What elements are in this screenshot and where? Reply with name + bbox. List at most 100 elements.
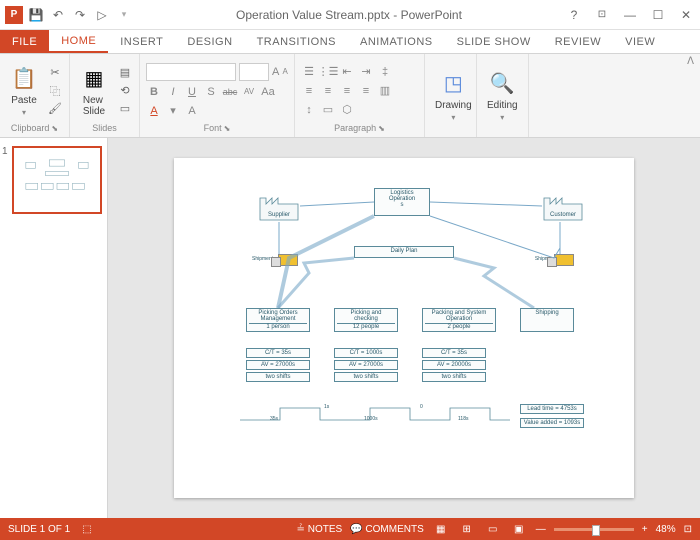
new-slide-icon: ▦ [80,65,108,93]
ribbon-options-icon[interactable]: ⊡ [588,5,616,25]
slide-thumbnail-1[interactable]: 1 [8,146,99,214]
case-button[interactable]: Aa [260,84,276,100]
ribbon-tabs: FILE HOME INSERT DESIGN TRANSITIONS ANIM… [0,30,700,54]
font-size-select[interactable] [239,63,269,81]
tab-home[interactable]: HOME [49,30,108,53]
help-icon[interactable]: ? [560,5,588,25]
align-text-icon[interactable]: ▭ [320,102,336,118]
columns-icon[interactable]: ▥ [377,83,393,99]
spacing-button[interactable]: AV [241,84,257,100]
slide[interactable]: Supplier Customer Logistics Operation s … [174,158,634,498]
start-slideshow-icon[interactable]: ▷ [92,5,112,25]
drawing-icon: ◳ [439,70,467,98]
metrics-1[interactable]: C/T = 35s AV = 27000s two shifts [246,348,310,382]
paste-button[interactable]: 📋 Paste ▾ [6,58,42,123]
fit-window-icon[interactable]: ⊡ [684,524,692,535]
editing-button[interactable]: 🔍Editing▾ [483,58,522,133]
lead-time-box[interactable]: Lead time = 4753s [520,404,584,414]
collapse-ribbon-icon[interactable]: ᐱ [687,56,694,67]
metrics-2[interactable]: C/T = 1000s AV = 27000s two shifts [334,348,398,382]
process-4[interactable]: Shipping [520,308,574,332]
tab-design[interactable]: DESIGN [175,30,244,53]
numbering-icon[interactable]: ⋮☰ [320,64,336,80]
strike-button[interactable]: abc [222,84,238,100]
window-title: Operation Value Stream.pptx - PowerPoint [138,8,560,22]
align-left-icon[interactable]: ≡ [301,83,317,99]
clipboard-launcher-icon[interactable]: ⬊ [51,124,58,133]
tab-view[interactable]: VIEW [613,30,667,53]
underline-button[interactable]: U [184,84,200,100]
align-center-icon[interactable]: ≡ [320,83,336,99]
spellcheck-icon[interactable]: ⬚ [82,524,91,535]
close-icon[interactable]: ✕ [672,5,700,25]
copy-icon[interactable]: ⿻ [46,83,64,99]
maximize-icon[interactable]: ☐ [644,5,672,25]
process-1[interactable]: Picking Orders Management1 person [246,308,310,332]
notes-button[interactable]: ≟ NOTES [297,524,343,535]
tab-file[interactable]: FILE [0,30,49,53]
smartart-icon[interactable]: ⬡ [339,102,355,118]
value-added-box[interactable]: Value added = 1093s [520,418,584,428]
highlight-button[interactable]: ▾ [165,103,181,119]
tab-animations[interactable]: ANIMATIONS [348,30,445,53]
ribbon: 📋 Paste ▾ ✂ ⿻ 🖌 Clipboard⬊ ▦ New Slide ▤… [0,54,700,138]
reset-icon[interactable]: ⟲ [116,83,134,99]
drawing-button[interactable]: ◳Drawing▾ [431,58,476,133]
status-bar: SLIDE 1 OF 1 ⬚ ≟ NOTES 💬 COMMENTS ▦ ⊞ ▭ … [0,518,700,540]
layout-icon[interactable]: ▤ [116,65,134,81]
line-spacing-icon[interactable]: ‡ [377,64,393,80]
find-icon: 🔍 [488,70,516,98]
text-direction-icon[interactable]: ↕ [301,102,317,118]
customer-shape[interactable]: Customer [542,192,584,222]
logistics-box[interactable]: Logistics Operation s [374,188,430,216]
qat-customize-icon[interactable]: ▾ [114,5,134,25]
zoom-in-button[interactable]: + [642,524,648,535]
metrics-3[interactable]: C/T = 35s AV = 20000s two shifts [422,348,486,382]
supplier-shape[interactable]: Supplier [258,192,300,222]
bullets-icon[interactable]: ☰ [301,64,317,80]
cut-icon[interactable]: ✂ [46,65,64,81]
daily-plan-box[interactable]: Daily Plan [354,246,454,258]
justify-icon[interactable]: ≡ [358,83,374,99]
minimize-icon[interactable]: — [616,5,644,25]
bold-button[interactable]: B [146,84,162,100]
clear-format-icon[interactable]: A [184,103,200,119]
font-family-select[interactable] [146,63,236,81]
new-slide-button[interactable]: ▦ New Slide [76,58,112,123]
italic-button[interactable]: I [165,84,181,100]
tab-insert[interactable]: INSERT [108,30,175,53]
paragraph-launcher-icon[interactable]: ⬊ [378,124,385,133]
save-icon[interactable]: 💾 [26,5,46,25]
shadow-button[interactable]: S [203,84,219,100]
font-launcher-icon[interactable]: ⬊ [224,124,231,133]
decrease-indent-icon[interactable]: ⇤ [339,64,355,80]
undo-icon[interactable]: ↶ [48,5,68,25]
format-painter-icon[interactable]: 🖌 [46,101,64,117]
zoom-out-button[interactable]: — [536,524,546,535]
decrease-font-icon[interactable]: A [282,64,288,80]
zoom-slider[interactable] [554,528,634,531]
process-3[interactable]: Packing and System Operation2 people [422,308,496,332]
process-2[interactable]: Picking and checking12 people [334,308,398,332]
tab-review[interactable]: REVIEW [543,30,613,53]
shipment-label-1: Shipment [252,256,273,262]
sorter-view-icon[interactable]: ⊞ [458,522,476,536]
slide-canvas[interactable]: Supplier Customer Logistics Operation s … [108,138,700,518]
tab-transitions[interactable]: TRANSITIONS [245,30,348,53]
zoom-level[interactable]: 48% [656,524,676,535]
tab-slideshow[interactable]: SLIDE SHOW [445,30,543,53]
reading-view-icon[interactable]: ▭ [484,522,502,536]
font-color-button[interactable]: A [146,103,162,119]
normal-view-icon[interactable]: ▦ [432,522,450,536]
truck-icon-2[interactable] [554,254,574,266]
slideshow-view-icon[interactable]: ▣ [510,522,528,536]
redo-icon[interactable]: ↷ [70,5,90,25]
increase-indent-icon[interactable]: ⇥ [358,64,374,80]
truck-icon-1[interactable] [278,254,298,266]
comments-button[interactable]: 💬 COMMENTS [350,524,424,535]
paste-icon: 📋 [10,65,38,93]
align-right-icon[interactable]: ≡ [339,83,355,99]
slide-counter: SLIDE 1 OF 1 [8,524,70,535]
increase-font-icon[interactable]: A [272,64,279,80]
section-icon[interactable]: ▭ [116,101,134,117]
